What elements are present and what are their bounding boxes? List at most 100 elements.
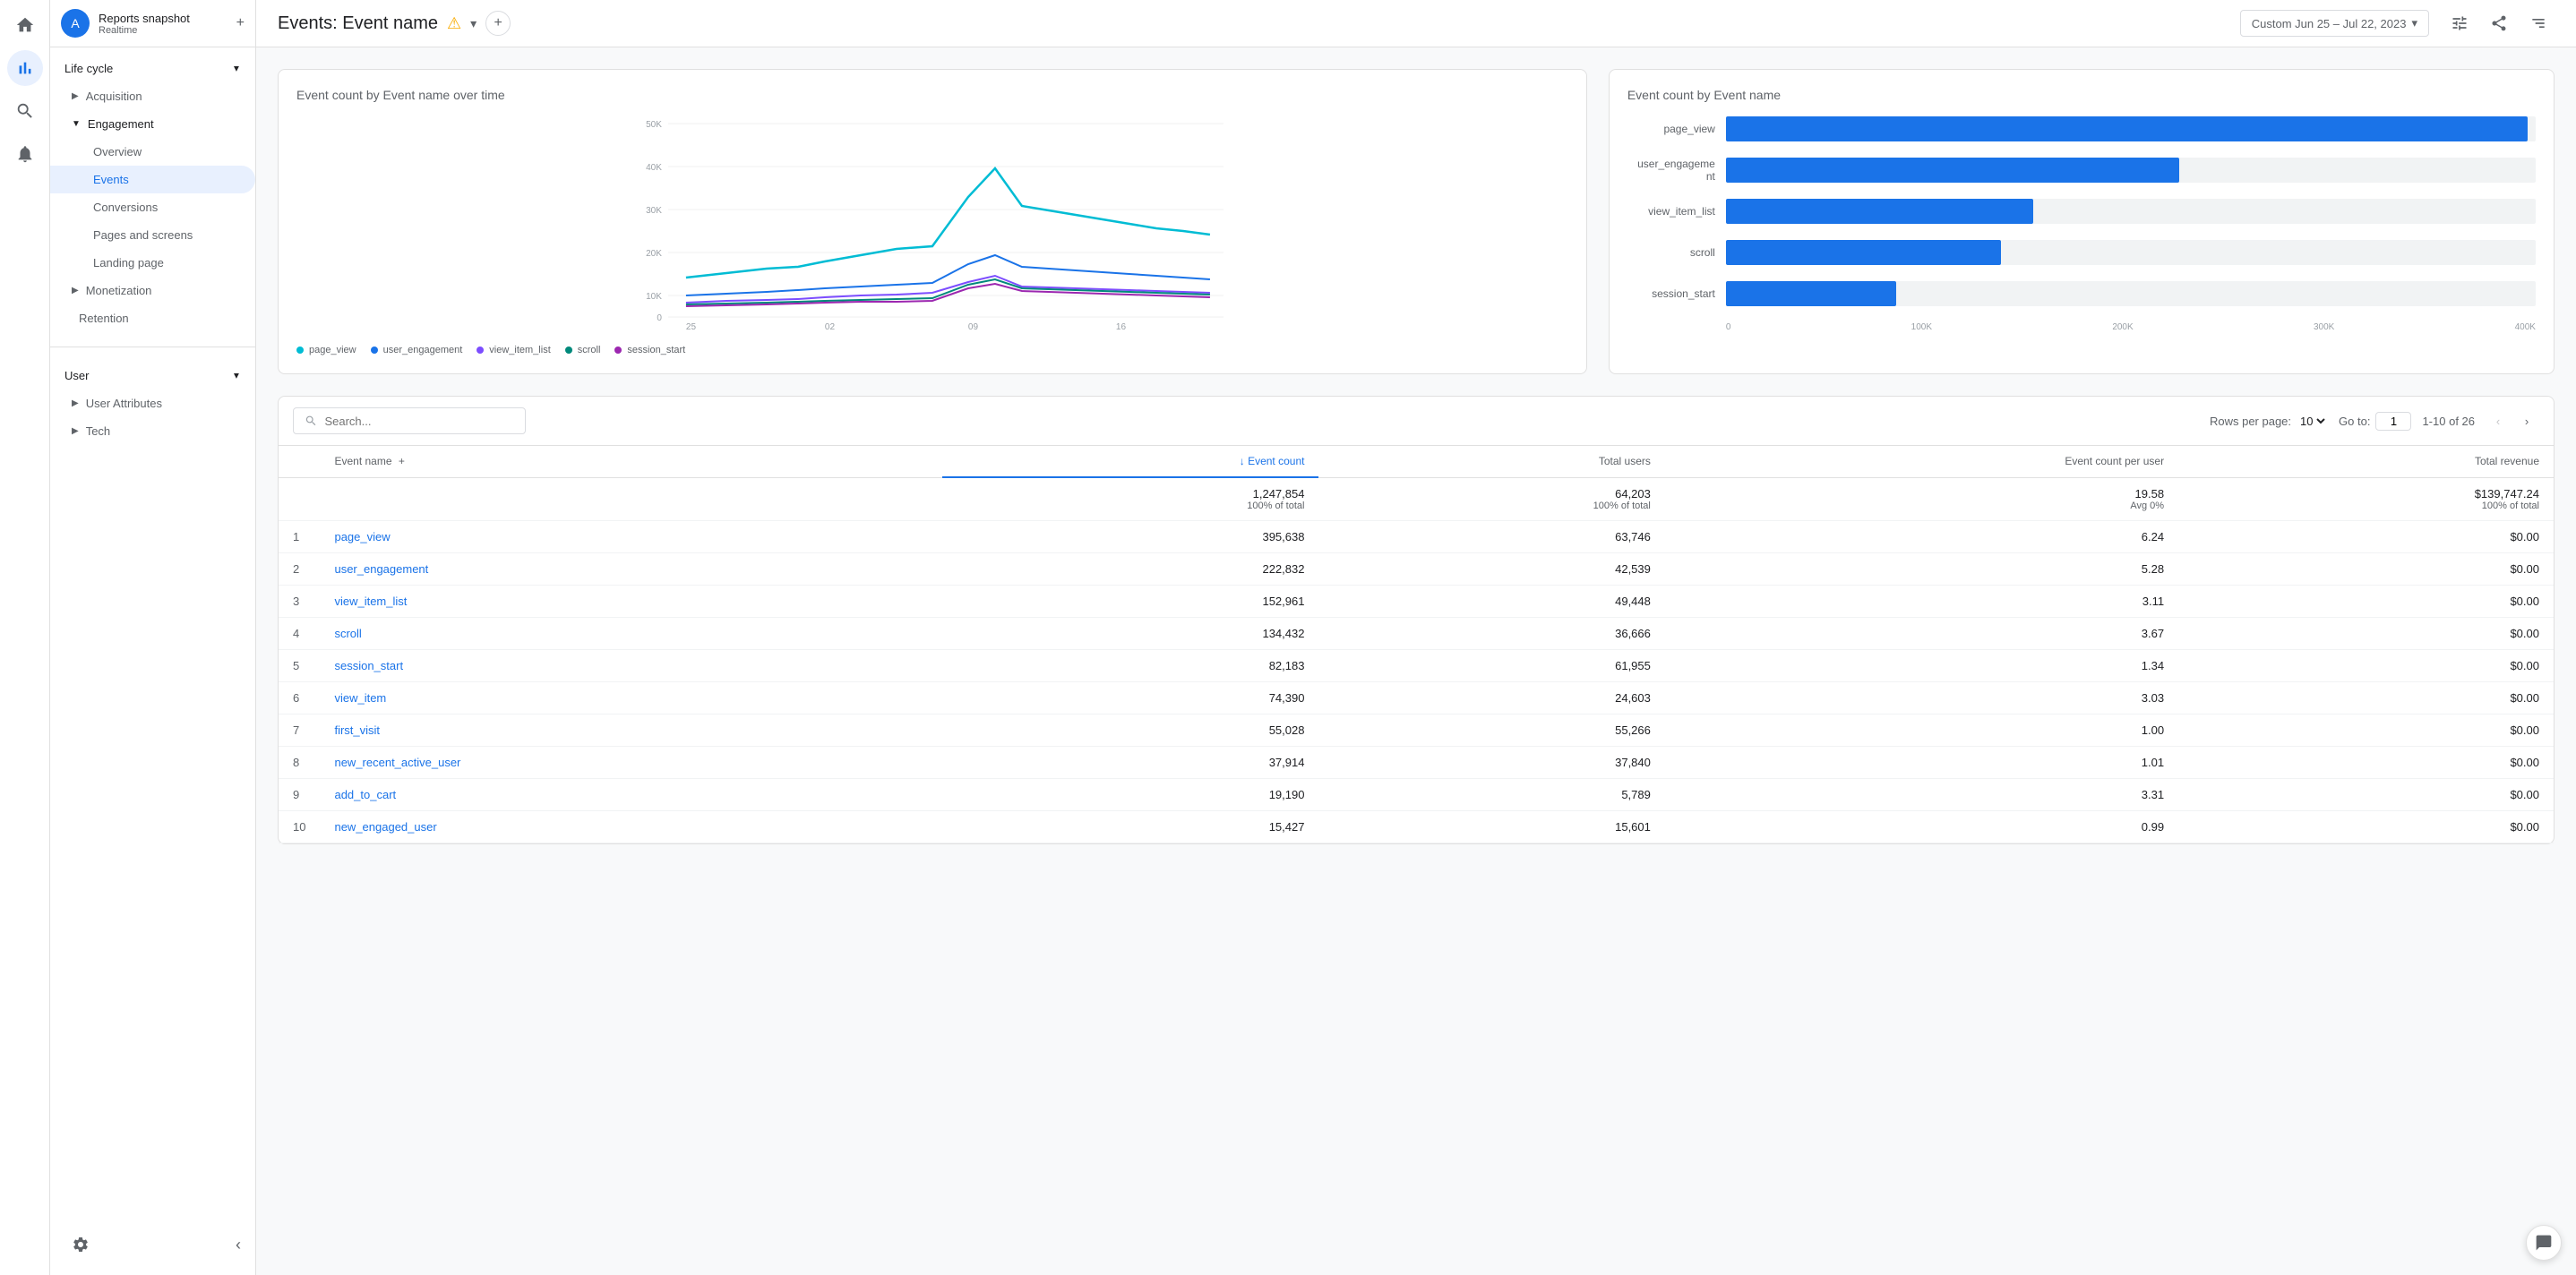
svg-text:40K: 40K: [646, 163, 662, 173]
monetization-label: Monetization: [86, 284, 152, 297]
table-toolbar: Rows per page: 10 25 50 Go to: 1-10 of 2…: [279, 397, 2554, 446]
table-row: 5 session_start 82,183 61,955 1.34 $0.00: [279, 650, 2554, 682]
sidebar-item-user-attributes[interactable]: ▶ User Attributes: [50, 389, 255, 417]
prev-page-btn[interactable]: ‹: [2486, 408, 2511, 433]
collapse-sidebar-btn[interactable]: ‹: [236, 1236, 241, 1254]
customize-report-btn[interactable]: [2443, 7, 2476, 39]
bar-row-user-engagement: user_engagement: [1627, 158, 2536, 183]
table-row: 2 user_engagement 222,832 42,539 5.28 $0…: [279, 553, 2554, 586]
table-row: 7 first_visit 55,028 55,266 1.00 $0.00: [279, 715, 2554, 747]
next-page-btn[interactable]: ›: [2514, 408, 2539, 433]
svg-text:16: 16: [1116, 322, 1127, 331]
sidebar-item-monetization[interactable]: ▶ Monetization: [50, 277, 255, 304]
sidebar-item-events[interactable]: Events: [50, 166, 255, 193]
search-box[interactable]: [293, 407, 526, 434]
bar-chart-card: Event count by Event name page_view user…: [1609, 69, 2555, 374]
table-pagination: Rows per page: 10 25 50 Go to: 1-10 of 2…: [2210, 408, 2539, 433]
add-property-btn[interactable]: +: [236, 15, 245, 31]
table-summary-row: 1,247,854 100% of total 64,203 100% of t…: [279, 477, 2554, 521]
more-options-btn[interactable]: [2522, 7, 2555, 39]
event-name-link[interactable]: page_view: [334, 530, 390, 543]
acquisition-label: Acquisition: [86, 90, 142, 103]
col-per-user[interactable]: Event count per user: [1665, 446, 2178, 477]
event-name-link[interactable]: new_engaged_user: [334, 820, 436, 834]
chat-button[interactable]: [2526, 1225, 2562, 1261]
main-content: Events: Event name ⚠ ▾ + Custom Jun 25 –…: [256, 0, 2576, 1275]
sidebar-item-engagement[interactable]: ▼ Engagement: [50, 110, 255, 138]
avatar: A: [61, 9, 90, 38]
tech-label: Tech: [86, 424, 110, 438]
date-range-label: Custom Jun 25 – Jul 22, 2023: [2252, 17, 2407, 30]
app-title: Reports snapshot: [99, 12, 190, 25]
table-row: 9 add_to_cart 19,190 5,789 3.31 $0.00: [279, 779, 2554, 811]
goto-label: Go to:: [2339, 415, 2370, 428]
page-range: 1-10 of 26: [2422, 415, 2475, 428]
event-name-link[interactable]: scroll: [334, 627, 361, 640]
rows-per-page-label: Rows per page:: [2210, 415, 2291, 428]
search-input[interactable]: [324, 415, 514, 428]
sidebar-item-acquisition[interactable]: ▶ Acquisition: [50, 82, 255, 110]
rows-per-page-select[interactable]: 10 25 50: [2297, 414, 2328, 429]
sidebar-item-tech[interactable]: ▶ Tech: [50, 417, 255, 445]
sidebar-item-overview[interactable]: Overview: [50, 138, 255, 166]
icon-bar: [0, 0, 50, 1275]
svg-text:09: 09: [968, 322, 979, 331]
bar-row-session-start: session_start: [1627, 281, 2536, 306]
settings-button[interactable]: [64, 1228, 97, 1261]
lifecycle-chevron: ▲: [232, 64, 241, 73]
summary-total-revenue: $139,747.24: [2475, 487, 2539, 501]
content-area: Event count by Event name over time 50K …: [256, 47, 2576, 1275]
event-name-link[interactable]: user_engagement: [334, 562, 428, 576]
svg-text:20K: 20K: [646, 249, 662, 259]
event-name-link[interactable]: view_item_list: [334, 595, 407, 608]
notifications-icon[interactable]: [7, 136, 43, 172]
summary-per-user-sub: Avg 0%: [1679, 501, 2164, 511]
line-chart-container: 50K 40K 30K 20K 10K 0 25: [296, 116, 1568, 334]
col-total-users[interactable]: Total users: [1318, 446, 1664, 477]
line-chart-svg: 50K 40K 30K 20K 10K 0 25: [296, 116, 1568, 331]
col-total-revenue[interactable]: Total revenue: [2178, 446, 2554, 477]
event-name-link[interactable]: view_item: [334, 691, 386, 705]
search-icon[interactable]: [7, 93, 43, 129]
date-range-picker[interactable]: Custom Jun 25 – Jul 22, 2023 ▾: [2240, 10, 2429, 37]
title-dropdown-btn[interactable]: ▾: [470, 16, 477, 31]
svg-text:25: 25: [686, 322, 697, 331]
add-comparison-btn[interactable]: +: [485, 11, 511, 36]
col-event-name[interactable]: Event name +: [320, 446, 941, 477]
event-name-link[interactable]: add_to_cart: [334, 788, 396, 801]
svg-text:30K: 30K: [646, 206, 662, 216]
table-row: 10 new_engaged_user 15,427 15,601 0.99 $…: [279, 811, 2554, 843]
add-column-btn[interactable]: +: [399, 455, 405, 467]
goto-page: Go to:: [2339, 412, 2411, 431]
user-section-header[interactable]: User ▲: [50, 362, 255, 389]
bar-chart-title: Event count by Event name: [1627, 88, 2536, 102]
sidebar-item-conversions[interactable]: Conversions: [50, 193, 255, 221]
search-icon: [305, 414, 317, 428]
page-title: Events: Event name: [278, 13, 438, 34]
table-row: 6 view_item 74,390 24,603 3.03 $0.00: [279, 682, 2554, 715]
svg-text:10K: 10K: [646, 292, 662, 302]
event-name-link[interactable]: session_start: [334, 659, 403, 672]
event-name-link[interactable]: first_visit: [334, 723, 380, 737]
summary-total-users-sub: 100% of total: [1333, 501, 1650, 511]
analytics-icon[interactable]: [7, 50, 43, 86]
user-attributes-label: User Attributes: [86, 397, 162, 410]
sidebar-item-pages[interactable]: Pages and screens: [50, 221, 255, 249]
app-subtitle: Realtime: [99, 25, 190, 36]
lifecycle-section-header[interactable]: Life cycle ▲: [50, 55, 255, 82]
svg-text:50K: 50K: [646, 120, 662, 130]
charts-row: Event count by Event name over time 50K …: [278, 69, 2555, 374]
bar-axis: 0 100K 200K 300K 400K: [1627, 322, 2536, 332]
summary-per-user: 19.58: [2135, 487, 2165, 501]
share-btn[interactable]: [2483, 7, 2515, 39]
event-name-link[interactable]: new_recent_active_user: [334, 756, 460, 769]
header: Events: Event name ⚠ ▾ + Custom Jun 25 –…: [256, 0, 2576, 47]
table-row: 3 view_item_list 152,961 49,448 3.11 $0.…: [279, 586, 2554, 618]
sidebar-item-landing[interactable]: Landing page: [50, 249, 255, 277]
engagement-label: Engagement: [88, 117, 154, 131]
table-card: Rows per page: 10 25 50 Go to: 1-10 of 2…: [278, 396, 2555, 844]
home-icon[interactable]: [7, 7, 43, 43]
goto-input[interactable]: [2375, 412, 2411, 431]
sidebar-item-retention[interactable]: Retention: [50, 304, 255, 332]
col-event-count[interactable]: ↓ Event count: [942, 446, 1319, 477]
